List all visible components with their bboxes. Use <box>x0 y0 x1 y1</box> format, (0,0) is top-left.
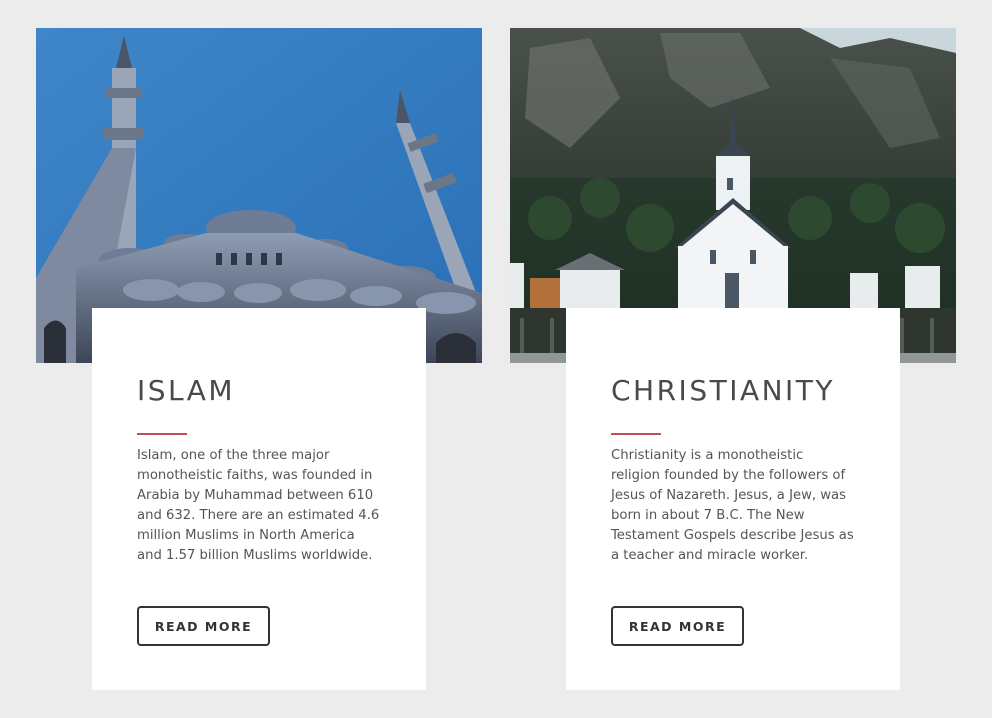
card-islam: ISLAM Islam, one of the three major mono… <box>36 0 482 718</box>
religions-page: ISLAM Islam, one of the three major mono… <box>0 0 992 718</box>
christianity-card-panel: CHRISTIANITY Christianity is a monotheis… <box>566 308 900 690</box>
card-description: Islam, one of the three major monotheist… <box>137 448 380 563</box>
card-christianity: CHRISTIANITY Christianity is a monotheis… <box>510 0 956 718</box>
card-title: CHRISTIANITY <box>611 374 836 407</box>
islam-card-panel: ISLAM Islam, one of the three major mono… <box>92 308 426 690</box>
title-underline <box>611 433 661 435</box>
card-description: Christianity is a monotheistic religion … <box>611 448 854 563</box>
card-title: ISLAM <box>137 374 236 407</box>
read-more-button[interactable]: READ MORE <box>137 606 270 646</box>
read-more-button[interactable]: READ MORE <box>611 606 744 646</box>
title-underline <box>137 433 187 435</box>
